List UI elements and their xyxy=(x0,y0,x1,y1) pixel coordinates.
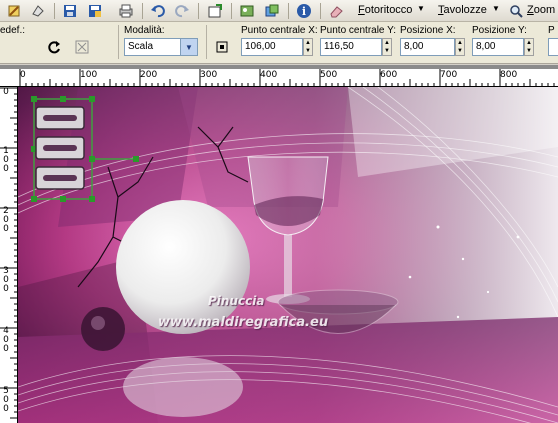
center-x-value: 106,00 xyxy=(245,41,276,52)
menu-tavolozze[interactable]: Tavolozze xyxy=(438,4,487,16)
save-as-icon[interactable] xyxy=(85,2,105,20)
center-y-label: Punto centrale Y: xyxy=(320,25,396,36)
ruler-label: 800 xyxy=(500,70,518,80)
center-y-value: 116,50 xyxy=(324,41,354,52)
chevron-down-icon[interactable]: ▼ xyxy=(180,39,197,55)
pos-x-label: Posizione X: xyxy=(400,25,456,36)
main-toolbar: i Fotoritocco ▼ Tavolozze ▼ Zoom xyxy=(0,0,558,22)
center-x-field[interactable]: 106,00 xyxy=(241,38,303,56)
menu-fotoritocco[interactable]: Fotoritocco xyxy=(358,4,412,16)
ruler-label: 300 xyxy=(3,266,9,294)
horizontal-ruler[interactable]: 0 100 200 300 400 500 600 700 800 xyxy=(0,69,558,87)
brush-icon[interactable] xyxy=(4,2,24,20)
pos-y-spinner[interactable]: ▲ ▼ xyxy=(524,38,534,56)
ruler-label: 600 xyxy=(380,70,398,80)
extra-field[interactable] xyxy=(548,38,558,56)
new-window-icon[interactable] xyxy=(205,2,225,20)
mode-label: Modalità: xyxy=(124,25,165,36)
ruler-label: 700 xyxy=(440,70,458,80)
ruler-label: 200 xyxy=(3,206,9,234)
eraser-icon[interactable] xyxy=(326,2,346,20)
artwork xyxy=(18,87,558,423)
print-icon[interactable] xyxy=(116,2,136,20)
search-icon[interactable] xyxy=(508,2,524,20)
pos-x-spinner[interactable]: ▲ ▼ xyxy=(455,38,465,56)
svg-text:i: i xyxy=(302,5,306,18)
mode-value: Scala xyxy=(128,41,154,52)
pos-x-value: 8,00 xyxy=(404,41,424,52)
pos-y-field[interactable]: 8,00 xyxy=(472,38,524,56)
cancel-icon[interactable] xyxy=(72,38,92,56)
redo-icon[interactable] xyxy=(172,2,192,20)
center-x-spinner[interactable]: ▲ ▼ xyxy=(303,38,313,56)
pos-x-field[interactable]: 8,00 xyxy=(400,38,455,56)
ruler-label: 400 xyxy=(260,70,278,80)
menu-zoom[interactable]: Zoom xyxy=(527,4,555,16)
ruler-label: 500 xyxy=(320,70,338,80)
clone-icon[interactable] xyxy=(28,2,48,20)
save-icon[interactable] xyxy=(60,2,80,20)
import-icon[interactable] xyxy=(237,2,257,20)
image-canvas[interactable]: Pinuccia www.maldiregrafica.eu xyxy=(18,87,558,423)
center-x-label: Punto centrale X: xyxy=(241,25,318,36)
tool-options-bar: edef.: Modalità: Scala ▼ Punto centrale … xyxy=(0,22,558,64)
ruler-label: 0 xyxy=(20,70,26,80)
browse-icon[interactable] xyxy=(262,2,282,20)
reset-icon[interactable] xyxy=(45,38,65,56)
extra-label: P xyxy=(548,25,555,36)
center-y-field[interactable]: 116,50 xyxy=(320,38,382,56)
watermark-title: Pinuccia xyxy=(208,294,265,308)
pos-y-label: Posizione Y: xyxy=(472,25,527,36)
vertical-ruler[interactable]: 0 100 200 300 400 500 xyxy=(0,87,18,423)
preset-label: edef.: xyxy=(0,25,26,36)
info-icon[interactable]: i xyxy=(294,2,314,20)
ruler-label: 100 xyxy=(3,146,9,174)
ruler-label: 300 xyxy=(200,70,218,80)
ruler-label: 500 xyxy=(3,386,9,414)
ruler-label: 100 xyxy=(80,70,98,80)
pos-y-value: 8,00 xyxy=(476,41,496,52)
center-point-icon[interactable] xyxy=(212,38,232,56)
chevron-down-icon[interactable]: ▼ xyxy=(417,4,425,13)
ruler-label: 400 xyxy=(3,326,9,354)
undo-icon[interactable] xyxy=(148,2,168,20)
center-y-spinner[interactable]: ▲ ▼ xyxy=(382,38,392,56)
ruler-label: 200 xyxy=(140,70,158,80)
chevron-down-icon[interactable]: ▼ xyxy=(492,4,500,13)
ruler-label: 0 xyxy=(3,87,9,97)
watermark-url: www.maldiregrafica.eu xyxy=(158,315,329,330)
